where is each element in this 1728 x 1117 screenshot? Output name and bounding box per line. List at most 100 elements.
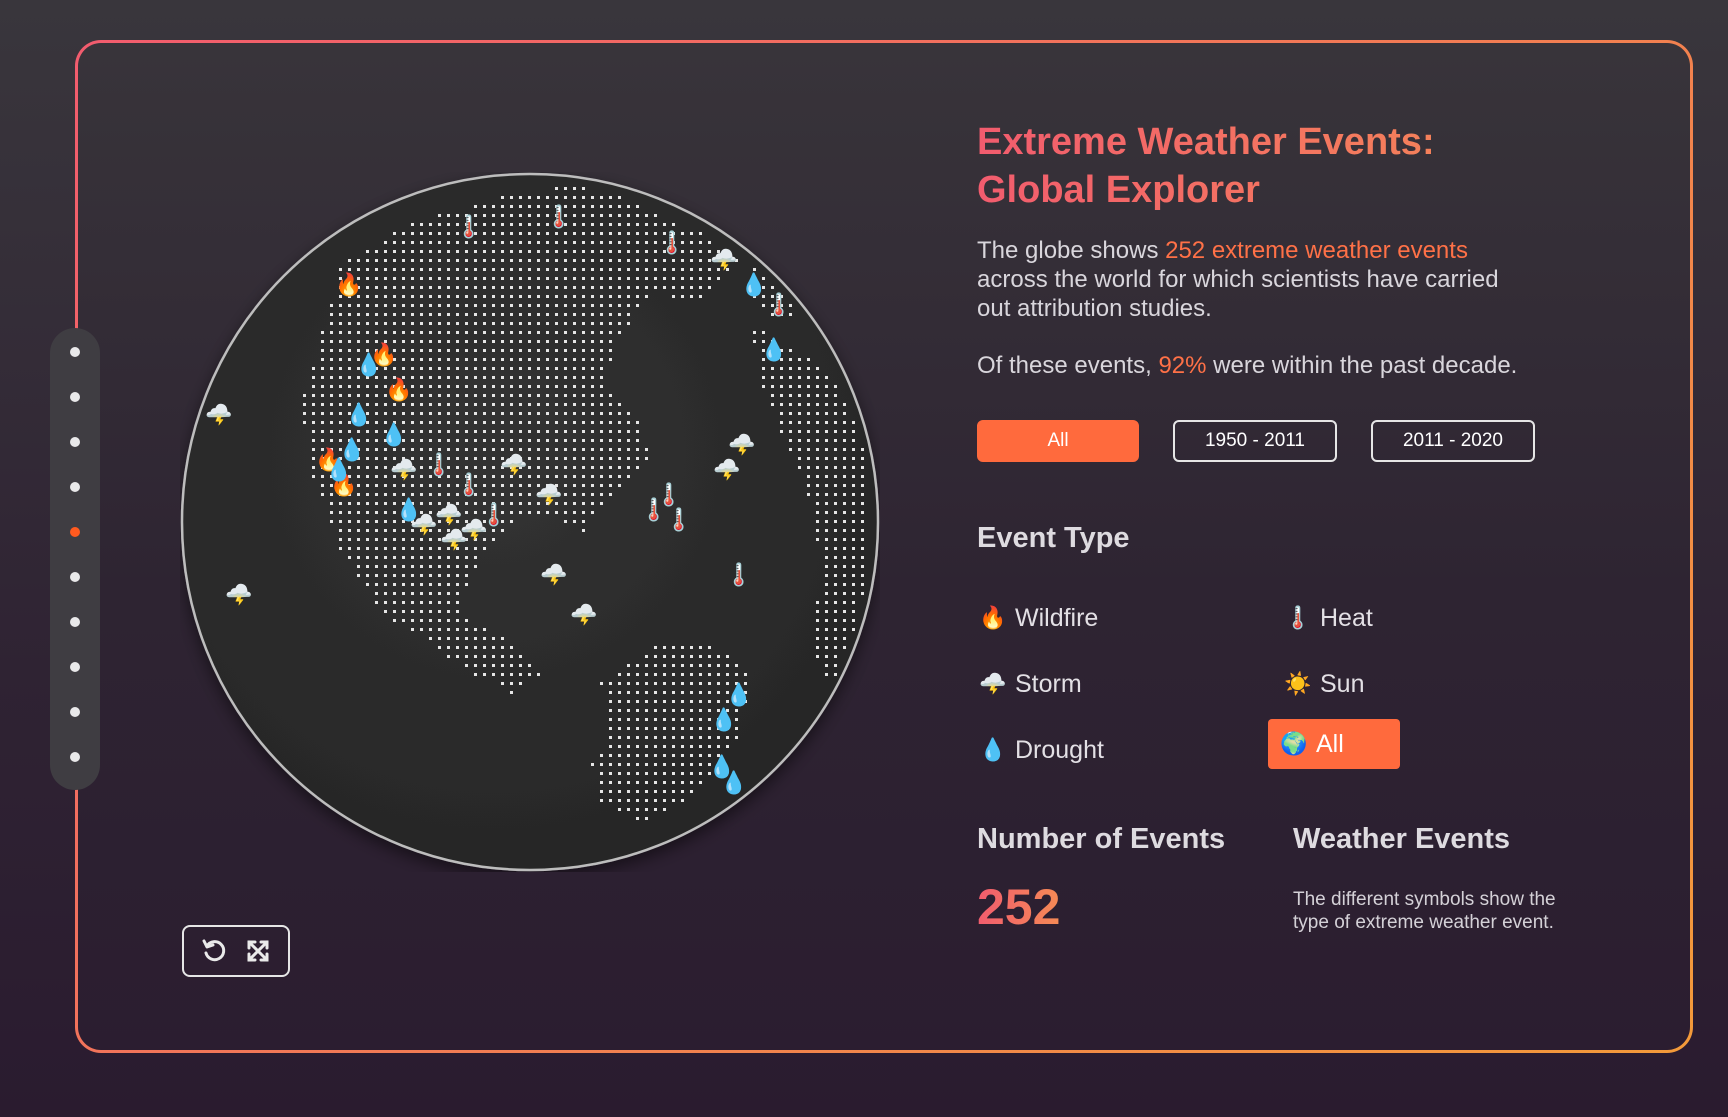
land-dot — [852, 538, 855, 541]
event-marker-drop[interactable]: 💧 — [380, 422, 407, 447]
event-marker-fire[interactable]: 🔥 — [385, 377, 412, 402]
event-type-heat[interactable]: 🌡️ Heat — [1282, 593, 1373, 643]
globe[interactable]: 🔥 🔥 🔥 🔥 🔥 💧 💧 💧 💧 💧 💧 💧 💧 💧 💧 🌡️ 🌡️ 🌡️ 🌡️ 🌡️ 🌡️ 🌡️ 🌡️ 🌡️ 🌩️ 🌩️ 🌩️ 🌩… — [180, 172, 880, 872]
event-type-all[interactable]: 🌍 All — [1268, 719, 1400, 769]
rotate-ccw-icon[interactable] — [199, 936, 229, 966]
timeline-step-2[interactable] — [70, 392, 80, 402]
land-dot — [627, 736, 630, 739]
event-marker-heat[interactable]: 🌡️ — [545, 204, 572, 229]
event-marker-drop[interactable]: 💧 — [325, 457, 352, 482]
event-marker-storm[interactable]: 🌩️ — [440, 527, 467, 552]
land-dot — [420, 304, 423, 307]
timeline-step-4[interactable] — [70, 482, 80, 492]
timeline-slider[interactable] — [50, 328, 100, 790]
land-dot — [834, 538, 837, 541]
land-dot — [474, 385, 477, 388]
event-marker-storm[interactable]: 🌩️ — [205, 402, 232, 427]
land-dot — [672, 655, 675, 658]
land-dot — [681, 736, 684, 739]
land-dot — [825, 403, 828, 406]
land-dot — [501, 484, 504, 487]
land-dot — [807, 412, 810, 415]
land-dot — [474, 313, 477, 316]
event-marker-heat[interactable]: 🌡️ — [425, 452, 452, 477]
timeline-step-7[interactable] — [70, 617, 80, 627]
land-dot — [627, 790, 630, 793]
event-marker-drop[interactable]: 💧 — [720, 770, 747, 795]
land-dot — [861, 520, 864, 523]
event-marker-heat[interactable]: 🌡️ — [658, 230, 685, 255]
period-all-button[interactable]: All — [977, 420, 1139, 462]
land-dot — [303, 394, 306, 397]
land-dot — [312, 394, 315, 397]
land-dot — [627, 205, 630, 208]
event-marker-storm[interactable]: 🌩️ — [390, 457, 417, 482]
event-marker-storm[interactable]: 🌩️ — [535, 482, 562, 507]
event-marker-drop[interactable]: 💧 — [710, 707, 737, 732]
land-dot — [519, 655, 522, 658]
event-marker-storm[interactable]: 🌩️ — [410, 512, 437, 537]
timeline-step-3[interactable] — [70, 437, 80, 447]
period-1950-2011-button[interactable]: 1950 - 2011 — [1173, 420, 1337, 462]
event-marker-heat[interactable]: 🌡️ — [455, 214, 482, 239]
land-dot — [609, 214, 612, 217]
period-2011-2020-button[interactable]: 2011 - 2020 — [1371, 420, 1535, 462]
land-dot — [654, 232, 657, 235]
land-dot — [582, 187, 585, 190]
event-marker-heat[interactable]: 🌡️ — [655, 482, 682, 507]
event-marker-storm[interactable]: 🌩️ — [713, 457, 740, 482]
land-dot — [483, 295, 486, 298]
event-marker-heat[interactable]: 🌡️ — [665, 507, 692, 532]
event-type-storm[interactable]: 🌩️ Storm — [977, 659, 1082, 709]
event-marker-storm[interactable]: 🌩️ — [540, 562, 567, 587]
land-dot — [438, 340, 441, 343]
event-marker-drop[interactable]: 💧 — [355, 352, 382, 377]
land-dot — [843, 610, 846, 613]
land-dot — [429, 358, 432, 361]
event-marker-storm[interactable]: 🌩️ — [500, 452, 527, 477]
timeline-step-5[interactable] — [70, 527, 80, 537]
land-dot — [510, 205, 513, 208]
land-dot — [699, 673, 702, 676]
land-dot — [807, 421, 810, 424]
expand-arrows-icon[interactable] — [243, 936, 273, 966]
timeline-step-1[interactable] — [70, 347, 80, 357]
event-marker-storm[interactable]: 🌩️ — [728, 432, 755, 457]
event-marker-heat[interactable]: 🌡️ — [455, 472, 482, 497]
event-type-sun[interactable]: ☀️ Sun — [1282, 659, 1364, 709]
land-dot — [798, 412, 801, 415]
event-marker-heat[interactable]: 🌡️ — [725, 562, 752, 587]
event-marker-drop[interactable]: 💧 — [760, 337, 787, 362]
event-type-wildfire[interactable]: 🔥 Wildfire — [977, 593, 1098, 643]
event-marker-storm[interactable]: 🌩️ — [710, 247, 737, 272]
land-dot — [402, 601, 405, 604]
land-dot — [609, 439, 612, 442]
land-dot — [483, 430, 486, 433]
timeline-step-8[interactable] — [70, 662, 80, 672]
land-dot — [546, 196, 549, 199]
land-dot — [420, 619, 423, 622]
event-marker-storm[interactable]: 🌩️ — [435, 502, 462, 527]
event-marker-fire[interactable]: 🔥 — [335, 272, 362, 297]
land-dot — [843, 475, 846, 478]
event-marker-drop[interactable]: 💧 — [740, 272, 767, 297]
timeline-step-6[interactable] — [70, 572, 80, 582]
land-dot — [510, 367, 513, 370]
event-marker-heat[interactable]: 🌡️ — [765, 292, 792, 317]
land-dot — [627, 412, 630, 415]
land-dot — [447, 367, 450, 370]
event-marker-storm[interactable]: 🌩️ — [570, 602, 597, 627]
land-dot — [609, 763, 612, 766]
globe-canvas[interactable]: 🔥🔥🔥🔥🔥💧💧💧💧💧💧💧💧💧💧🌡️ 🌡️🌡️🌡️🌡️🌡️🌡️🌡️🌡️🌩️🌩️🌩️🌩… — [180, 172, 880, 872]
event-marker-storm[interactable]: 🌩️ — [225, 582, 252, 607]
land-dot — [510, 520, 513, 523]
timeline-step-9[interactable] — [70, 707, 80, 717]
event-type-drought[interactable]: 💧 Drought — [977, 725, 1104, 775]
event-marker-drop[interactable]: 💧 — [345, 402, 372, 427]
land-dot — [465, 556, 468, 559]
land-dot — [420, 295, 423, 298]
land-dot — [600, 394, 603, 397]
event-marker-drop[interactable]: 💧 — [725, 682, 752, 707]
timeline-step-10[interactable] — [70, 752, 80, 762]
land-dot — [537, 412, 540, 415]
